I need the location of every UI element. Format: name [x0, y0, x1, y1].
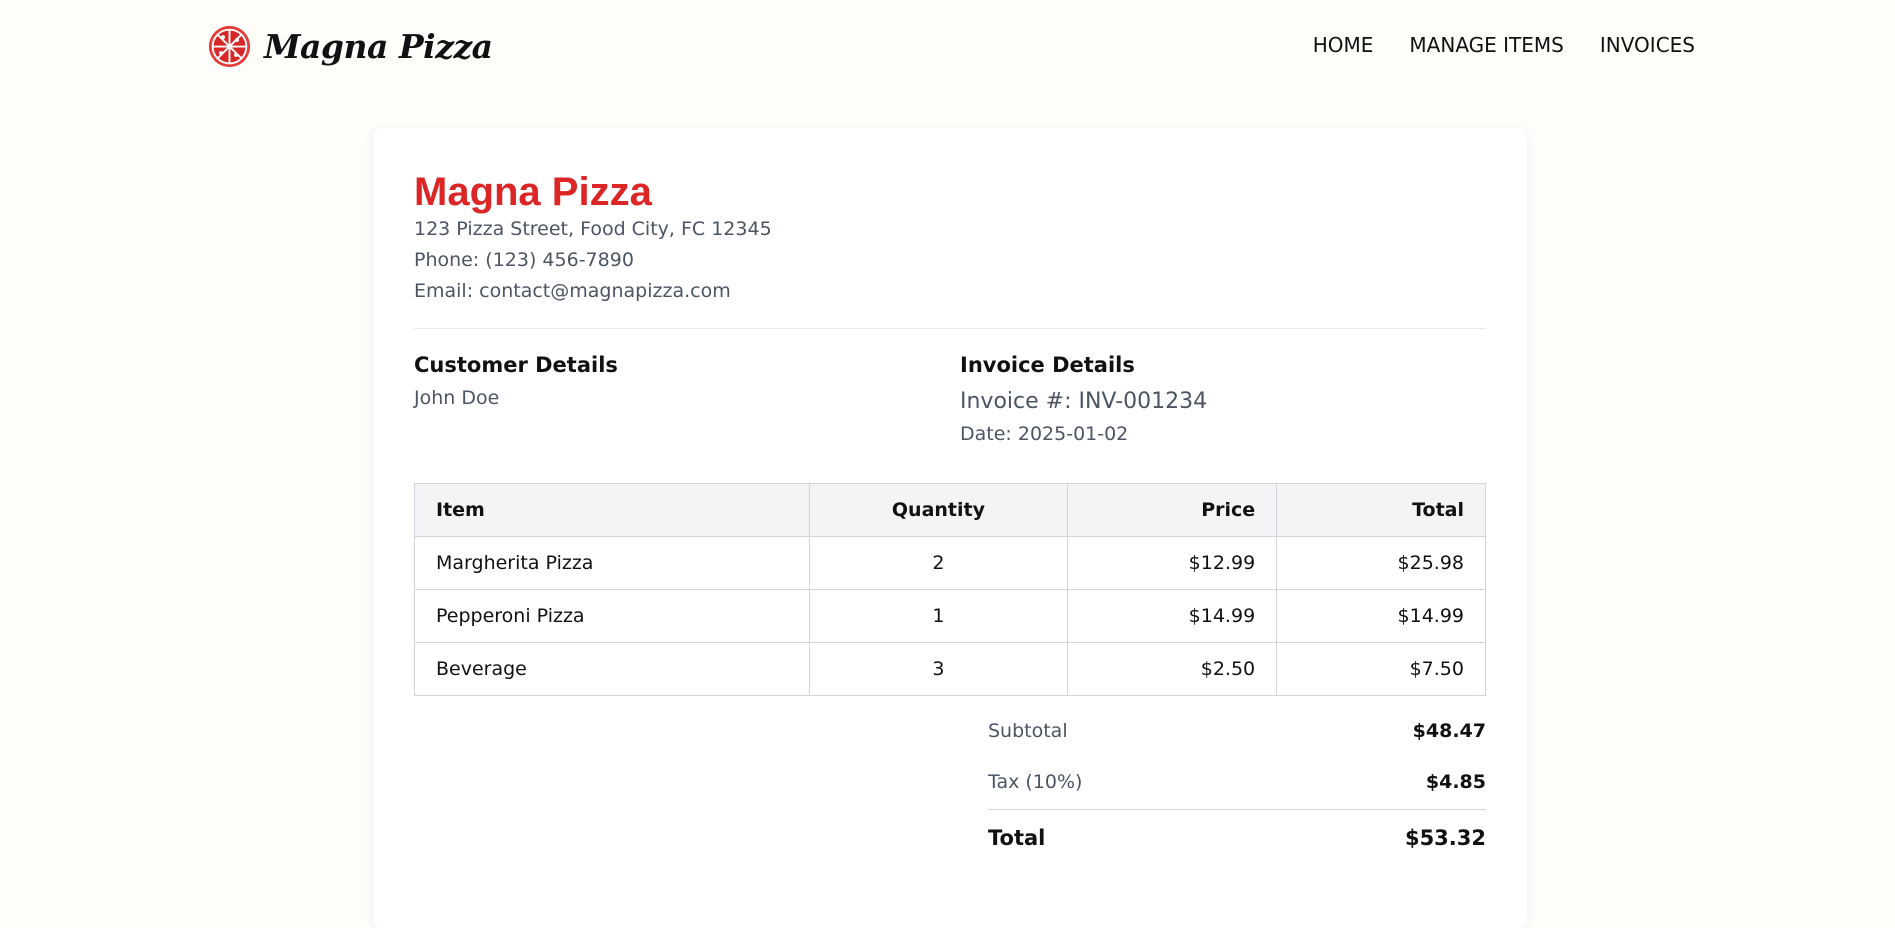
grand-total-value: $53.32: [1404, 826, 1486, 850]
tax-value: $4.85: [1425, 771, 1486, 793]
customer-details-title: Customer Details: [414, 353, 618, 377]
tax-label: Tax (10%): [988, 771, 1083, 793]
item-name: Pepperoni Pizza: [414, 589, 810, 643]
table-row: Pepperoni Pizza 1 $14.99 $14.99: [414, 589, 1486, 643]
pizza-icon: [208, 25, 251, 68]
column-header-price: Price: [1067, 483, 1278, 537]
column-header-total: Total: [1276, 483, 1486, 537]
subtotal-row: Subtotal $48.47: [988, 720, 1486, 742]
company-phone: Phone: (123) 456-7890: [414, 249, 634, 271]
column-header-item: Item: [414, 483, 810, 537]
item-price: $12.99: [1067, 536, 1278, 590]
table-header-row: Item Quantity Price Total: [414, 483, 1486, 537]
totals-divider: [988, 809, 1486, 810]
company-address: 123 Pizza Street, Food City, FC 12345: [414, 218, 772, 240]
nav-link-manage-items[interactable]: MANAGE ITEMS: [1409, 33, 1563, 57]
column-header-quantity: Quantity: [808, 483, 1069, 537]
item-total: $7.50: [1276, 642, 1486, 696]
item-total: $14.99: [1276, 589, 1486, 643]
invoice-details-title: Invoice Details: [960, 353, 1135, 377]
invoice-number: Invoice #: INV-001234: [960, 389, 1208, 414]
item-total: $25.98: [1276, 536, 1486, 590]
item-quantity: 1: [808, 589, 1069, 643]
nav-link-home[interactable]: HOME: [1313, 33, 1374, 57]
invoice-date: Date: 2025-01-02: [960, 423, 1129, 445]
item-name: Beverage: [414, 642, 810, 696]
item-quantity: 2: [808, 536, 1069, 590]
company-email: Email: contact@magnapizza.com: [414, 280, 731, 302]
item-name: Margherita Pizza: [414, 536, 810, 590]
item-price: $2.50: [1067, 642, 1278, 696]
item-quantity: 3: [808, 642, 1069, 696]
tax-row: Tax (10%) $4.85: [988, 771, 1486, 793]
subtotal-value: $48.47: [1412, 720, 1486, 742]
grand-total-label: Total: [988, 826, 1046, 850]
subtotal-label: Subtotal: [988, 720, 1068, 742]
invoice-card: Magna Pizza 123 Pizza Street, Food City,…: [373, 128, 1527, 928]
header-divider: [414, 328, 1486, 329]
item-price: $14.99: [1067, 589, 1278, 643]
company-name: Magna Pizza: [414, 170, 652, 214]
navbar: Magna Pizza HOME MANAGE ITEMS INVOICES: [0, 0, 1895, 95]
customer-name: John Doe: [414, 387, 500, 409]
table-row: Beverage 3 $2.50 $7.50: [414, 642, 1486, 696]
brand-name: Magna Pizza: [264, 27, 493, 66]
nav-link-invoices[interactable]: INVOICES: [1600, 33, 1695, 57]
nav-links: HOME MANAGE ITEMS INVOICES: [1313, 33, 1695, 57]
brand-link[interactable]: Magna Pizza: [207, 24, 493, 69]
grand-total-row: Total $53.32: [988, 826, 1486, 850]
invoice-items-table: Item Quantity Price Total Margherita Piz…: [414, 483, 1486, 696]
table-row: Margherita Pizza 2 $12.99 $25.98: [414, 536, 1486, 590]
